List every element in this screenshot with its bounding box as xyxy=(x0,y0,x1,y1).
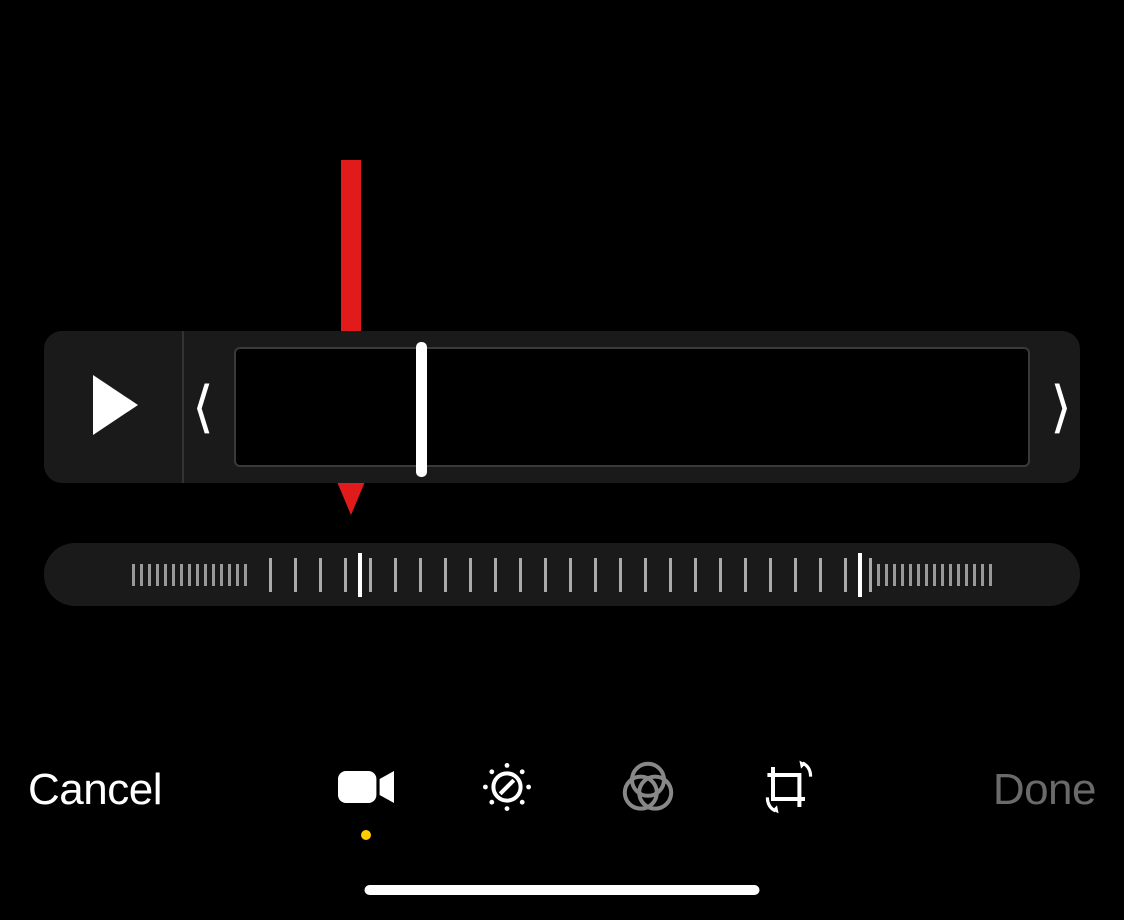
done-button[interactable]: Done xyxy=(993,765,1096,815)
crop-rotate-icon xyxy=(761,759,817,820)
bottom-toolbar: Cancel xyxy=(0,759,1124,820)
timeline-clip-area[interactable] xyxy=(234,347,1030,467)
play-button[interactable] xyxy=(44,331,184,483)
play-icon xyxy=(88,375,138,440)
tab-filters[interactable] xyxy=(620,759,676,820)
timeline-track[interactable]: ⟨ ⟩ xyxy=(184,331,1080,483)
tab-video[interactable] xyxy=(338,759,394,820)
adjust-dial-icon xyxy=(479,759,535,820)
filters-circles-icon xyxy=(620,759,676,820)
trim-handle-right[interactable]: ⟩ xyxy=(1050,374,1072,440)
video-preview xyxy=(0,0,1124,331)
playhead[interactable] xyxy=(416,342,427,477)
video-camera-icon xyxy=(338,759,394,820)
tab-adjust[interactable] xyxy=(479,759,535,820)
ruler-marker-right xyxy=(858,553,862,597)
home-indicator[interactable] xyxy=(365,885,760,895)
speed-ruler[interactable] xyxy=(44,543,1080,606)
active-tab-indicator xyxy=(361,830,371,840)
edit-mode-tabs xyxy=(338,759,817,820)
ruler-marker-left xyxy=(358,553,362,597)
video-timeline: ⟨ ⟩ xyxy=(44,331,1080,483)
ruler-ticks xyxy=(130,543,995,606)
cancel-button[interactable]: Cancel xyxy=(28,765,162,815)
trim-handle-left[interactable]: ⟨ xyxy=(192,374,214,440)
tab-crop[interactable] xyxy=(761,759,817,820)
